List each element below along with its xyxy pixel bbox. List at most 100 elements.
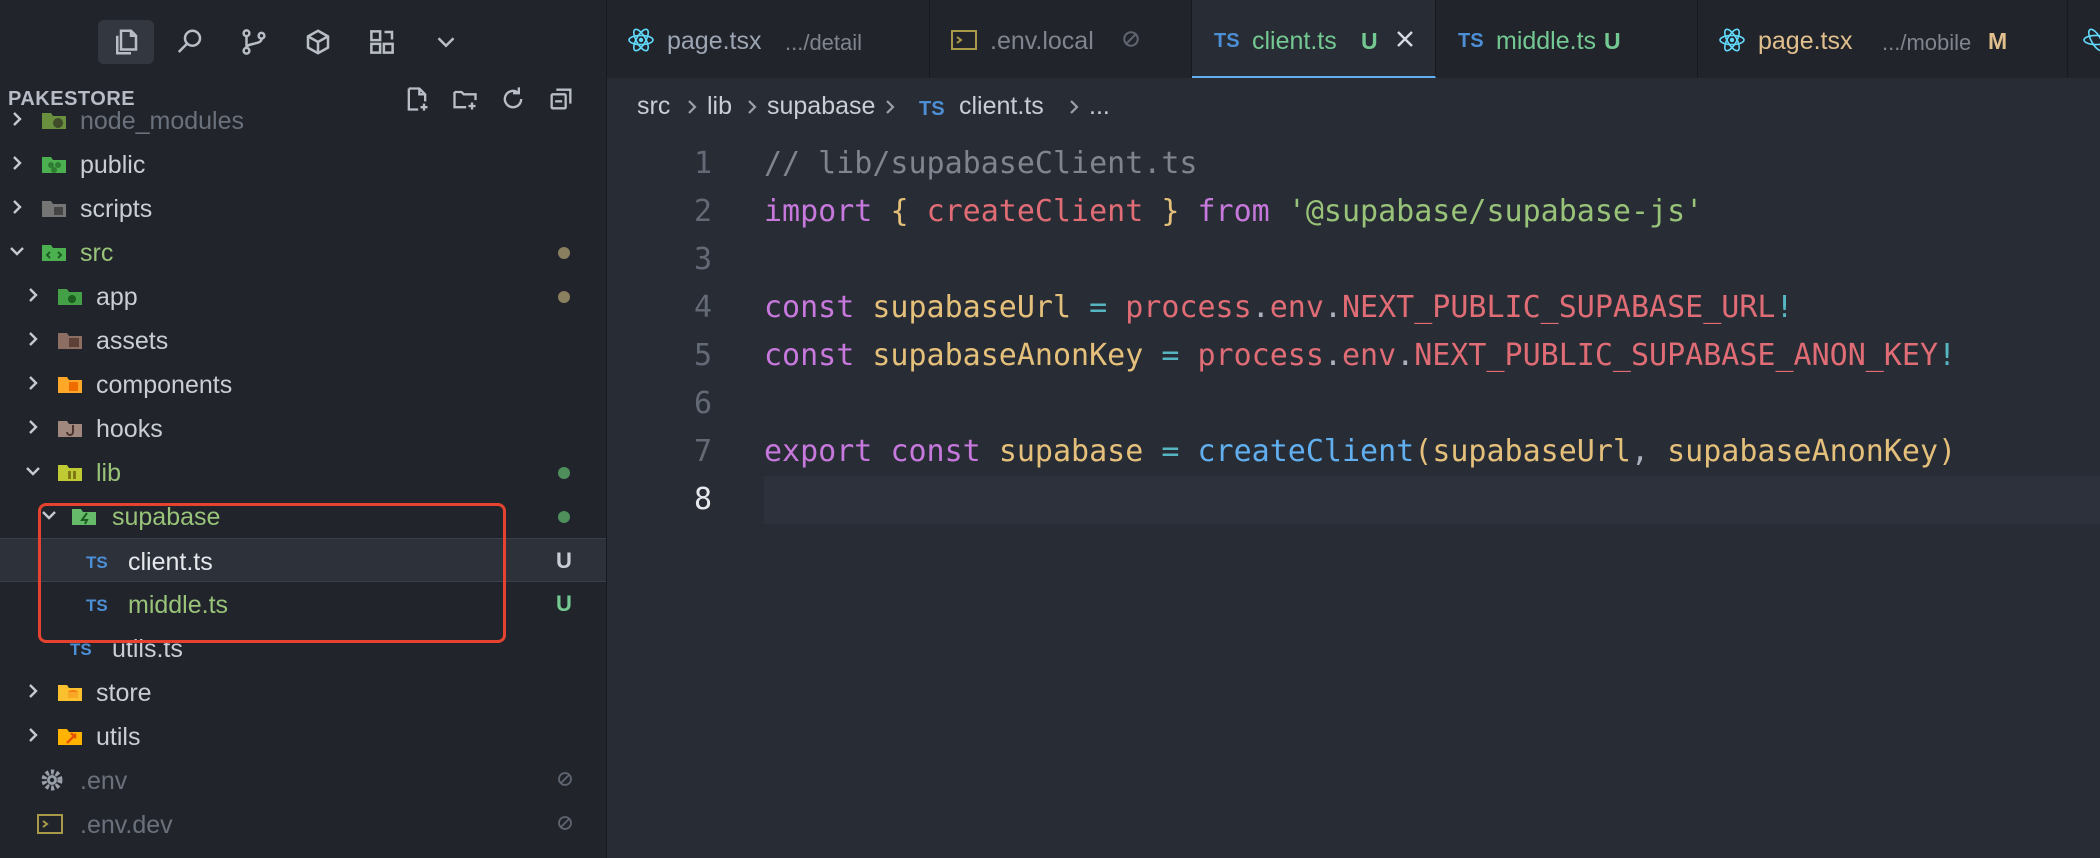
code-line[interactable]: 2 import { createClient } from '@supabase… xyxy=(607,188,2100,236)
code-token: . xyxy=(1323,338,1342,373)
tree-item-src[interactable]: src xyxy=(0,230,606,274)
code-token: = xyxy=(1089,290,1108,325)
react-icon xyxy=(627,26,655,54)
explorer-icon[interactable] xyxy=(98,20,154,64)
code-token: const xyxy=(764,290,855,325)
code-token: supabaseUrl xyxy=(872,290,1072,325)
code-token: '@supabase/supabase-js' xyxy=(1287,194,1704,229)
tree-item-lib[interactable]: lib xyxy=(0,450,606,494)
code-line[interactable]: 3 xyxy=(607,236,2100,284)
code-line[interactable]: 8 xyxy=(694,476,2100,524)
code-token: from xyxy=(1197,194,1270,229)
react-icon xyxy=(2082,26,2100,54)
tab-overflow[interactable] xyxy=(2068,0,2100,78)
more-chevron-icon[interactable] xyxy=(418,20,474,64)
tree-item-supabase[interactable]: supabase xyxy=(0,494,606,538)
code-token: supabase xyxy=(998,434,1144,469)
breadcrumb-item[interactable]: lib xyxy=(707,92,732,121)
tree-item-middle-ts[interactable]: TS middle.ts U xyxy=(0,582,606,626)
tree-item-assets[interactable]: assets xyxy=(0,318,606,362)
chevron-right-icon xyxy=(22,328,44,350)
code-token: NEXT_PUBLIC_SUPABASE_ANON_KEY xyxy=(1414,338,1939,373)
typescript-icon: TS xyxy=(1214,30,1240,52)
tree-item-label: client.ts xyxy=(128,548,213,576)
tree-item-store[interactable]: store xyxy=(0,670,606,714)
line-number: 6 xyxy=(693,386,712,421)
tree-item-label: node_modules xyxy=(80,107,245,135)
code-line[interactable]: 4 const supabaseUrl = process.env.NEXT_PU… xyxy=(607,284,2100,332)
source-control-icon[interactable] xyxy=(226,20,282,64)
tree-item-utils-ts[interactable]: TS utils.ts xyxy=(0,626,606,670)
chevron-right-icon xyxy=(22,372,44,394)
close-icon[interactable] xyxy=(1392,26,1418,52)
untracked-dot xyxy=(558,467,570,479)
code-token: const xyxy=(890,434,981,469)
code-token: process xyxy=(1125,290,1252,325)
node-folder-icon xyxy=(40,106,68,134)
code-token: . xyxy=(1323,290,1342,325)
tree-item-app[interactable]: app xyxy=(0,274,606,318)
chevron-right-icon xyxy=(22,416,44,438)
tab-env-local[interactable]: .env.local xyxy=(930,0,1192,78)
chevron-right-icon xyxy=(881,97,899,117)
tab-middle-ts[interactable]: TS middle.ts U xyxy=(1436,0,1698,78)
tree-item-hooks[interactable]: hooks xyxy=(0,406,606,450)
breadcrumb-item[interactable]: client.ts xyxy=(959,92,1044,121)
tree-item-env-dev[interactable]: .env.dev xyxy=(0,802,606,846)
ignored-icon xyxy=(557,771,573,787)
tree-item-env[interactable]: .env xyxy=(0,758,606,802)
typescript-icon: TS xyxy=(86,596,108,615)
code-line[interactable]: 6 xyxy=(607,380,2100,428)
code-token: process xyxy=(1197,338,1324,373)
tree-item-components[interactable]: components xyxy=(0,362,606,406)
breadcrumb-item[interactable]: ... xyxy=(1089,92,1110,121)
supabase-folder-icon xyxy=(70,502,98,530)
src-folder-icon xyxy=(40,238,68,266)
breadcrumb-item[interactable]: supabase xyxy=(767,92,875,121)
breadcrumb-item[interactable]: src xyxy=(637,92,670,121)
code-text: export const supabase = createClient(sup… xyxy=(764,434,1956,469)
tab-page-tsx-mobile[interactable]: page.tsx .../mobile M xyxy=(1698,0,2068,78)
tab-client-ts[interactable]: TS client.ts U xyxy=(1192,0,1436,78)
chevron-right-icon xyxy=(6,196,28,218)
ignored-icon xyxy=(557,815,573,831)
chevron-right-icon xyxy=(22,724,44,746)
store-folder-icon xyxy=(56,678,84,706)
code-token: env xyxy=(1342,338,1397,373)
untracked-badge: U xyxy=(556,591,572,616)
code-line[interactable]: 5 const supabaseAnonKey = process.env.NEX… xyxy=(607,332,2100,380)
remote-explorer-icon[interactable] xyxy=(354,20,410,64)
typescript-icon: TS xyxy=(86,553,108,572)
code-token: , xyxy=(1631,434,1668,469)
code-token: . xyxy=(1251,290,1270,325)
search-icon[interactable] xyxy=(162,20,218,64)
code-line[interactable]: 1 // lib/supabaseClient.ts xyxy=(607,140,2100,188)
chevron-down-icon xyxy=(6,240,28,262)
tab-label: middle.ts xyxy=(1496,27,1597,55)
tab-page-tsx-detail[interactable]: page.tsx .../detail xyxy=(607,0,930,78)
code-token: ( xyxy=(1414,434,1433,469)
tab-description: .../mobile xyxy=(1882,30,1972,55)
tree-item-node-modules[interactable]: node_modules xyxy=(0,98,606,142)
tree-item-client-ts[interactable]: TS client.ts U xyxy=(0,538,606,582)
code-token: . xyxy=(1396,338,1415,373)
code-line[interactable]: 7 export const supabase = createClient(su… xyxy=(607,428,2100,476)
code-token: { xyxy=(890,194,909,229)
code-token: ! xyxy=(1775,290,1794,325)
code-token: ! xyxy=(1938,338,1957,373)
tree-item-scripts[interactable]: scripts xyxy=(0,186,606,230)
code-token: supabaseAnonKey xyxy=(872,338,1144,373)
tree-item-public[interactable]: public xyxy=(0,142,606,186)
utils-folder-icon xyxy=(56,722,84,750)
extensions-icon[interactable] xyxy=(290,20,346,64)
tree-item-utils[interactable]: utils xyxy=(0,714,606,758)
tab-label: page.tsx xyxy=(1758,27,1853,55)
line-number: 3 xyxy=(693,242,712,277)
